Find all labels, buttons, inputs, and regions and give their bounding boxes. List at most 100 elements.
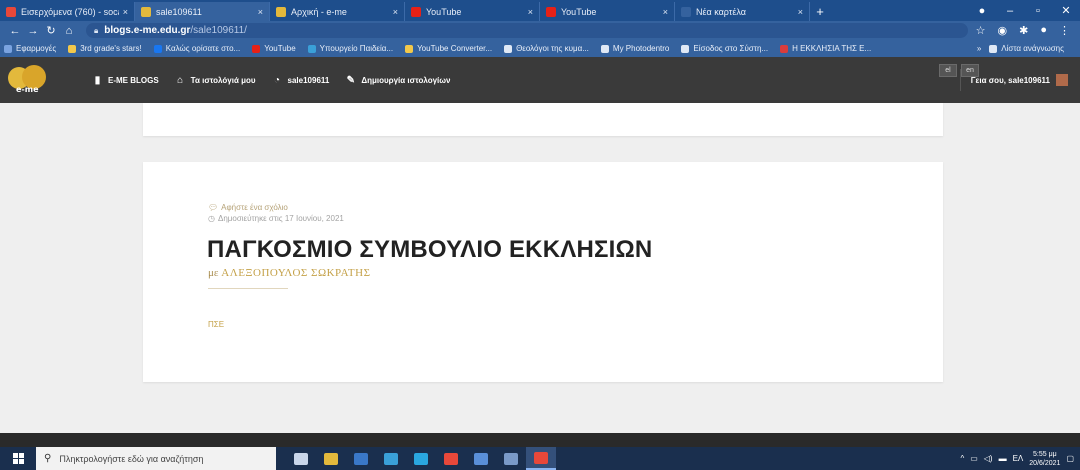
- bookmark-item[interactable]: YouTube Converter...: [405, 44, 492, 53]
- store-icon: [324, 452, 338, 465]
- minimize-button[interactable]: –: [996, 5, 1024, 17]
- post-tag-link[interactable]: ΠΣΕ: [208, 320, 224, 329]
- tab-favicon-icon: [6, 6, 16, 17]
- bookmark-icon: [4, 44, 12, 53]
- volume-icon[interactable]: ◁): [984, 454, 993, 463]
- network-icon[interactable]: ▭: [970, 454, 978, 463]
- tab-close-icon[interactable]: ×: [123, 7, 128, 17]
- comment-icon: 💬︎: [208, 203, 219, 212]
- tab-close-icon[interactable]: ×: [393, 7, 398, 17]
- battery-icon[interactable]: ▬: [999, 454, 1007, 463]
- reading-list-icon: [989, 44, 998, 53]
- chrome-icon: [444, 452, 458, 465]
- bookmark-icon: [780, 44, 789, 53]
- taskbar-app-button[interactable]: [466, 447, 496, 470]
- bookmark-item[interactable]: Είσοδος στο Σύστη...: [681, 44, 768, 53]
- bookmark-item[interactable]: Καλώς ορίσατε στο...: [153, 44, 240, 53]
- lang-el-button[interactable]: el: [939, 64, 957, 77]
- post-author-link[interactable]: ΑΛΕΞΟΠΟΥΛΟΣ ΣΩΚΡΑΤΗΣ: [221, 267, 370, 279]
- tab-close-icon[interactable]: ×: [663, 7, 668, 17]
- divider: [208, 288, 288, 289]
- nav-item[interactable]: ◔ sale109611: [272, 75, 330, 86]
- taskbar-app-button[interactable]: [286, 447, 316, 470]
- bookmark-item[interactable]: Εφαρμογές: [4, 44, 56, 53]
- window-controls: ● – ▫ ✕: [968, 0, 1080, 21]
- home-icon: ⌂: [177, 74, 184, 86]
- browser-tab[interactable]: YouTube ×: [540, 2, 675, 21]
- taskbar-app-button[interactable]: [496, 447, 526, 470]
- menu-icon[interactable]: ⋮: [1059, 24, 1070, 37]
- post-date: ◷ Δημοσιεύτηκε στις 17 Ιουνίου, 2021: [208, 214, 344, 223]
- language-indicator[interactable]: ΕΛ: [1013, 454, 1024, 463]
- nav-item-label: E-ME BLOGS: [108, 75, 159, 85]
- nav-item[interactable]: ✎ Δημιουργία ιστολογίων: [345, 75, 451, 86]
- back-button[interactable]: ←: [6, 25, 24, 37]
- new-tab-button[interactable]: +: [810, 2, 830, 21]
- extension-icon[interactable]: ◉: [998, 24, 1008, 37]
- photos-icon: [474, 452, 488, 465]
- address-bar: ← → ↻ ⌂ 🔒︎ blogs.e-me.edu.gr /sale109611…: [0, 21, 1080, 40]
- byline-prefix: με: [208, 267, 219, 279]
- start-button[interactable]: [0, 447, 36, 470]
- bookmark-label: YouTube: [264, 44, 296, 53]
- restore-button[interactable]: ▫: [1024, 5, 1052, 17]
- taskbar-search-input[interactable]: ⚲ Πληκτρολογήστε εδώ για αναζήτηση: [36, 447, 276, 470]
- tab-close-icon[interactable]: ×: [528, 7, 533, 17]
- bookmarks-more-button[interactable]: »: [977, 44, 981, 53]
- bookmark-item[interactable]: 3rd grade's stars!: [68, 44, 142, 53]
- bookmark-label: Υπουργείο Παιδεία...: [319, 44, 394, 53]
- taskbar-app-button[interactable]: [346, 447, 376, 470]
- browser-tab[interactable]: Εισερχόμενα (760) - socalex7 ×: [0, 2, 135, 21]
- star-icon[interactable]: ☆: [976, 24, 986, 37]
- url-input[interactable]: 🔒︎ blogs.e-me.edu.gr /sale109611/: [86, 23, 968, 38]
- nav-item[interactable]: ▮ E-ME BLOGS: [92, 75, 159, 86]
- profile-icon[interactable]: ●: [968, 5, 996, 17]
- notifications-icon[interactable]: ▢: [1066, 454, 1074, 463]
- browser-tab[interactable]: Νέα καρτέλα ×: [675, 2, 810, 21]
- tab-close-icon[interactable]: ×: [798, 7, 803, 17]
- browser-tab[interactable]: YouTube ×: [405, 2, 540, 21]
- comment-link[interactable]: 💬︎ Αφήστε ένα σχόλιο: [208, 203, 288, 212]
- reload-button[interactable]: ↻: [42, 24, 60, 37]
- taskbar-app-button[interactable]: [436, 447, 466, 470]
- nav-item-label: sale109611: [287, 75, 330, 85]
- home-button[interactable]: ⌂: [60, 25, 78, 37]
- close-window-button[interactable]: ✕: [1052, 4, 1080, 17]
- greeting-text: Γεια σου, sale109611: [970, 75, 1050, 85]
- taskbar-app-button[interactable]: [526, 447, 556, 470]
- taskbar-app-button[interactable]: [406, 447, 436, 470]
- reading-list-label: Λίστα ανάγνωσης: [1001, 44, 1064, 53]
- lock-icon: 🔒︎: [94, 25, 99, 35]
- avatar-icon[interactable]: ●: [1040, 24, 1047, 37]
- taskbar-app-button[interactable]: [376, 447, 406, 470]
- tab-close-icon[interactable]: ×: [258, 7, 263, 17]
- bookmark-icon: [405, 44, 414, 53]
- tab-favicon-icon: [276, 6, 286, 17]
- bookmark-item[interactable]: Θεολόγοι της κυμα...: [504, 44, 589, 53]
- post-byline: με ΑΛΕΞΟΠΟΥΛΟΣ ΣΩΚΡΑΤΗΣ: [208, 267, 370, 279]
- bookmark-item[interactable]: My Photodentro: [600, 44, 669, 53]
- clock-time: 5:55 μμ: [1033, 450, 1057, 458]
- taskbar-app-button[interactable]: [316, 447, 346, 470]
- bookmark-label: Η ΕΚΚΛΗΣΙΑ ΤΗΣ Ε...: [792, 44, 872, 53]
- tab-label: YouTube: [561, 6, 597, 17]
- reading-list-button[interactable]: Λίστα ανάγνωσης: [989, 44, 1064, 53]
- nav-item[interactable]: ⌂ Τα ιστολόγιά μου: [175, 74, 255, 86]
- post-card: 💬︎ Αφήστε ένα σχόλιο ◷ Δημοσιεύτηκε στις…: [143, 162, 943, 382]
- tray-chevron-icon[interactable]: ^: [960, 454, 964, 463]
- browser-tab[interactable]: Αρχική - e-me ×: [270, 2, 405, 21]
- bookmark-item[interactable]: YouTube: [252, 44, 296, 53]
- bookmark-item[interactable]: Η ΕΚΚΛΗΣΙΑ ΤΗΣ Ε...: [780, 44, 871, 53]
- user-greeting[interactable]: Γεια σου, sale109611: [959, 69, 1068, 91]
- puzzle-icon[interactable]: ✱: [1019, 24, 1028, 37]
- tab-label: Εισερχόμενα (760) - socalex7: [21, 6, 119, 17]
- tab-label: YouTube: [426, 6, 462, 17]
- nav-item-label: Δημιουργία ιστολογίων: [361, 75, 451, 85]
- clock[interactable]: 5:55 μμ 20/6/2021: [1029, 450, 1060, 468]
- forward-button[interactable]: →: [24, 25, 42, 37]
- url-path: /sale109611/: [190, 25, 247, 36]
- e-me-logo[interactable]: e-me: [6, 63, 54, 97]
- browser-tab[interactable]: sale109611 ×: [135, 2, 270, 21]
- post-title[interactable]: ΠΑΓΚΟΣΜΙΟ ΣΥΜΒΟΥΛΙΟ ΕΚΚΛΗΣΙΩΝ: [207, 236, 652, 264]
- bookmark-item[interactable]: Υπουργείο Παιδεία...: [307, 44, 394, 53]
